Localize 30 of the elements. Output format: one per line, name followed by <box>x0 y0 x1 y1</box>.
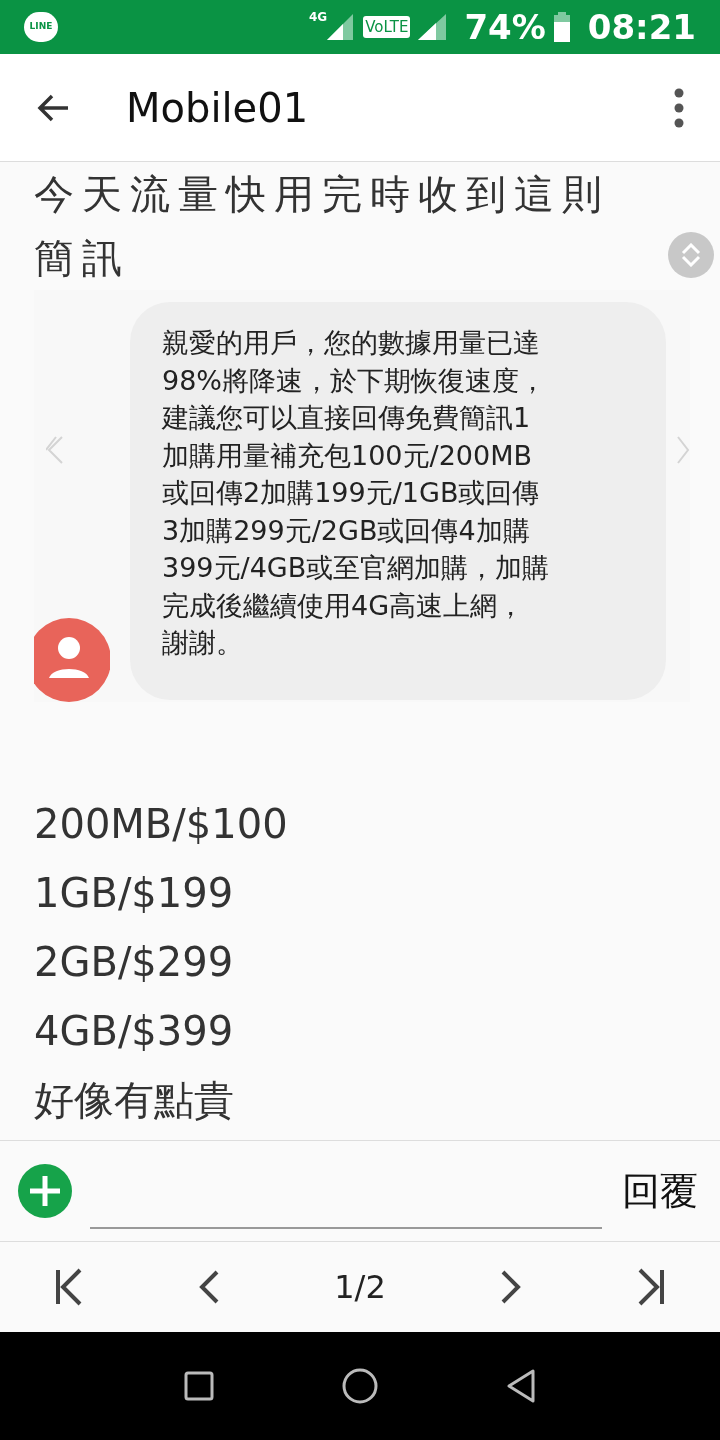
signal-icon <box>418 14 447 40</box>
clock: 08:21 <box>587 5 696 49</box>
back-icon[interactable] <box>36 92 70 123</box>
first-page-icon[interactable] <box>54 1268 84 1306</box>
sms-message-bubble: 親愛的用戶，您的數據用量已達 98%將降速，於下期恢復速度， 建議您可以直接回傳免費簡訊1 加購用量補充包100元/200MB 或回傳2加購199元/1GB或回傳 3加購299元/2GB或回傳4加購 399元/4GB或至官網加購，加購 完成後繼續使用4G高速上網， 謝謝。 <box>130 302 666 700</box>
line-logo-icon: LINE <box>24 12 58 42</box>
post-text-line: 1GB/$199 <box>34 869 235 918</box>
home-icon[interactable] <box>342 1368 378 1404</box>
battery-icon <box>553 12 570 42</box>
battery-percent: 74% <box>464 5 546 49</box>
next-page-icon[interactable] <box>500 1270 521 1304</box>
back-icon[interactable] <box>506 1369 536 1403</box>
left-arrow-icon <box>46 435 64 465</box>
signal-icon <box>327 14 354 40</box>
post-text-line: 4GB/$399 <box>34 1007 235 1056</box>
page-indicator: 1/2 <box>334 1267 386 1308</box>
post-text-line: 好像有點貴 <box>34 1076 235 1125</box>
app-title: Mobile01 <box>126 83 310 133</box>
recents-icon[interactable] <box>184 1371 214 1401</box>
reply-button[interactable]: 回覆 <box>622 1162 698 1220</box>
add-icon[interactable] <box>18 1164 72 1218</box>
post-text-line: 2GB/$299 <box>34 938 235 987</box>
volte-badge: VoLTE <box>363 16 411 38</box>
more-icon[interactable] <box>674 87 684 128</box>
network-label: 4G <box>308 9 328 26</box>
previous-page-icon[interactable] <box>199 1270 220 1304</box>
post-title: 今天流量快用完時收到這則簡訊 <box>34 170 611 283</box>
last-page-icon[interactable] <box>636 1268 666 1306</box>
up-down-icon <box>681 243 701 267</box>
post-text-line: 200MB/$100 <box>34 800 289 849</box>
